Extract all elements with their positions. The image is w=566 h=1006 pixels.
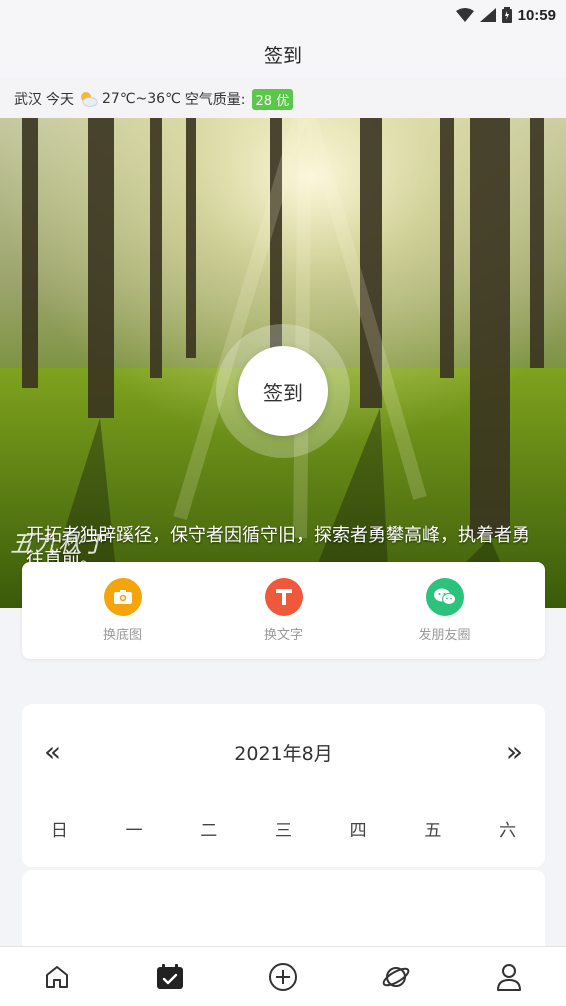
text-icon <box>264 578 303 616</box>
calendar-card: « 2021年8月 » 日 一 二 三 四 五 六 <box>22 704 545 867</box>
status-time: 10:59 <box>517 6 556 24</box>
weekday-label: 六 <box>499 821 517 841</box>
weekday-label: 四 <box>349 821 367 841</box>
wifi-icon <box>455 8 474 22</box>
checkin-ring: 签到 <box>216 324 350 458</box>
action-label: 换文字 <box>263 628 303 643</box>
battery-icon <box>501 7 512 23</box>
checkin-button[interactable]: 签到 <box>238 346 328 436</box>
action-card: 换底图 换文字 发朋友圈 <box>22 562 545 659</box>
weather-city: 武汉 <box>14 92 42 108</box>
user-icon <box>497 963 522 991</box>
tab-discover[interactable] <box>366 952 426 1002</box>
tab-home[interactable] <box>27 952 87 1002</box>
aqi-badge: 28 优 <box>251 88 294 110</box>
weekday-row: 日 一 二 三 四 五 六 <box>22 816 545 841</box>
weather-temp: 27℃~36℃ <box>102 91 181 107</box>
planet-icon <box>382 966 410 987</box>
aqi-label: 空气质量: <box>184 92 246 108</box>
status-bar: 10:59 <box>0 0 566 30</box>
tab-profile[interactable] <box>479 952 539 1002</box>
weather-bar: 武汉 今天 27℃~36℃ 空气质量: 28 优 <box>0 80 566 118</box>
weekday-label: 三 <box>274 821 292 841</box>
prev-month-button[interactable]: « <box>44 738 61 766</box>
calendar-header: « 2021年8月 » <box>22 738 545 766</box>
page-title: 签到 <box>263 44 302 67</box>
change-text-button[interactable]: 换文字 <box>229 578 339 643</box>
tab-add[interactable] <box>253 952 313 1002</box>
weekday-label: 日 <box>50 821 68 841</box>
bottom-tab-bar <box>0 946 566 1006</box>
app-header: 签到 <box>0 30 566 78</box>
action-label: 换底图 <box>102 628 142 643</box>
share-moments-button[interactable]: 发朋友圈 <box>390 578 500 643</box>
action-label: 发朋友圈 <box>418 628 471 643</box>
tab-checkin[interactable] <box>140 952 200 1002</box>
add-circle-icon <box>268 962 297 991</box>
next-month-button[interactable]: » <box>506 738 523 766</box>
home-icon <box>45 965 68 988</box>
signal-icon <box>479 8 496 22</box>
wechat-moments-icon <box>425 578 464 616</box>
camera-icon <box>103 578 142 616</box>
weekday-label: 五 <box>424 821 442 841</box>
calendar-check-icon <box>156 963 183 989</box>
change-background-button[interactable]: 换底图 <box>68 578 178 643</box>
weather-day: 今天 <box>46 92 74 108</box>
partly-cloudy-icon <box>81 92 98 107</box>
weekday-label: 二 <box>200 821 218 841</box>
hero-image: 签到 五九秋丁 开拓者独辟蹊径，保守者因循守旧，探索者勇攀高峰，执着者勇往直前。 <box>0 118 566 608</box>
calendar-month: 2021年8月 <box>234 742 333 765</box>
weekday-label: 一 <box>125 821 143 841</box>
